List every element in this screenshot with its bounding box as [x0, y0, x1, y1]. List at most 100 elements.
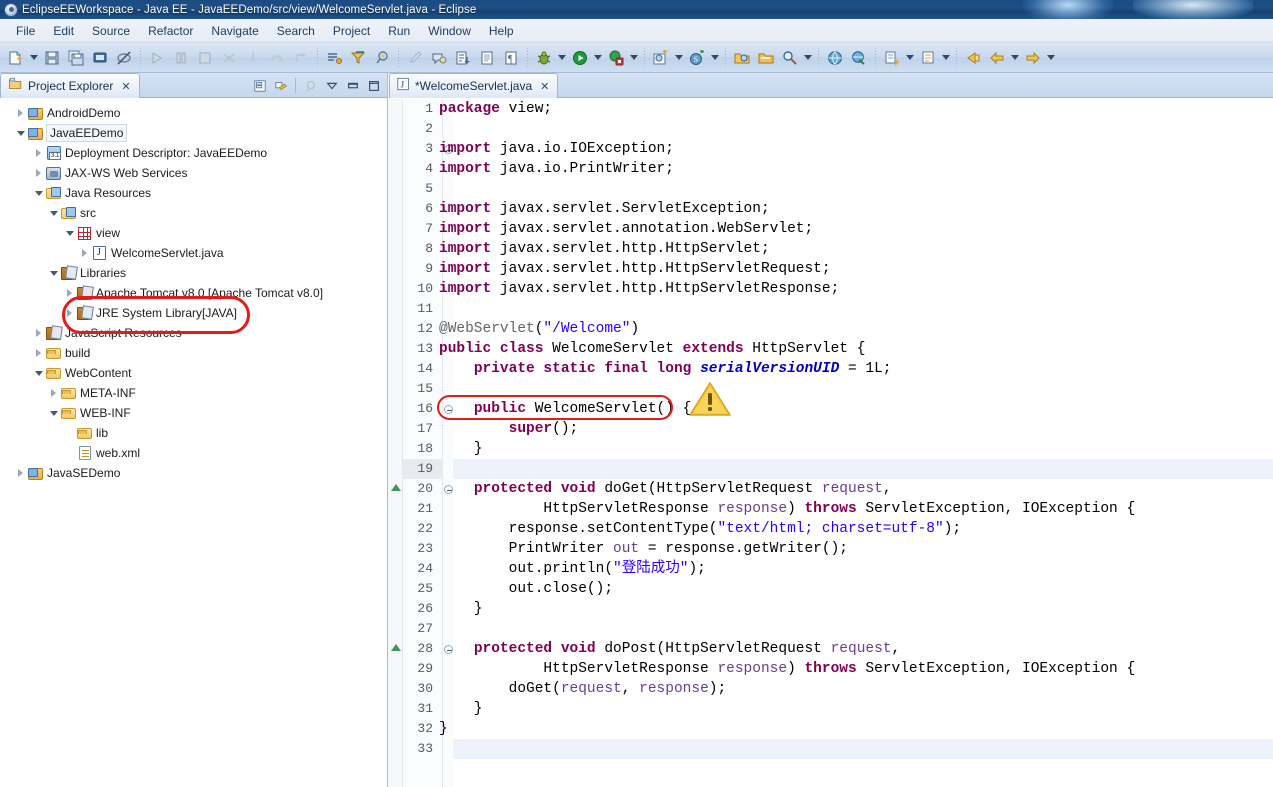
tree-item-web-inf[interactable]: WEB-INF — [0, 403, 387, 423]
open-web-icon[interactable] — [848, 47, 870, 69]
chevron-right-icon[interactable] — [78, 243, 91, 263]
minimize-view-icon[interactable] — [343, 76, 362, 95]
menu-edit[interactable]: Edit — [44, 22, 83, 40]
chevron-down-icon[interactable] — [47, 263, 60, 283]
chevron-down-icon[interactable] — [14, 123, 27, 143]
open-task-folder-icon[interactable] — [755, 47, 777, 69]
tree-item-libraries[interactable]: Libraries — [0, 263, 387, 283]
tree-item-javascript-resources[interactable]: JavaScript Resources — [0, 323, 387, 343]
search-icon[interactable] — [779, 47, 801, 69]
collapse-all-icon[interactable] — [250, 76, 269, 95]
tree-item-webcontent[interactable]: WebContent — [0, 363, 387, 383]
pin-icon[interactable] — [371, 47, 393, 69]
menu-project[interactable]: Project — [324, 22, 379, 40]
open-task-icon[interactable] — [323, 47, 345, 69]
link-with-editor-icon[interactable] — [271, 76, 290, 95]
tree-item-build[interactable]: build — [0, 343, 387, 363]
tab-welcomeservlet-java[interactable]: J *WelcomeServlet.java ✕ — [389, 73, 559, 98]
previous-annotation-dropdown-icon[interactable] — [940, 47, 952, 69]
new-wizard-icon[interactable] — [5, 47, 27, 69]
menu-search[interactable]: Search — [268, 22, 324, 40]
chevron-right-icon[interactable] — [63, 283, 76, 303]
forward-icon[interactable] — [1022, 47, 1044, 69]
focus-on-active-task-icon[interactable] — [301, 76, 320, 95]
suspend-icon[interactable] — [170, 47, 192, 69]
menu-navigate[interactable]: Navigate — [202, 22, 267, 40]
tree-item-jax-ws-web-services[interactable]: JAX-WS Web Services — [0, 163, 387, 183]
menu-help[interactable]: Help — [480, 22, 523, 40]
paintbrush-icon[interactable] — [404, 47, 426, 69]
chevron-right-icon[interactable] — [32, 343, 45, 363]
chevron-right-icon[interactable] — [47, 383, 60, 403]
toggle-breakpoint-skip-icon[interactable] — [113, 47, 135, 69]
new-java-project-icon[interactable] — [650, 47, 672, 69]
resume-icon[interactable] — [146, 47, 168, 69]
tree-item-meta-inf[interactable]: META-INF — [0, 383, 387, 403]
forward-dropdown-icon[interactable] — [1045, 47, 1057, 69]
menu-window[interactable]: Window — [419, 22, 480, 40]
new-wizard-dropdown-icon[interactable] — [28, 47, 40, 69]
project-tree[interactable]: AndroidDemo JavaEEDemo Deployment Descri… — [0, 99, 387, 787]
menu-source[interactable]: Source — [83, 22, 139, 40]
new-servlet-dropdown-icon[interactable] — [709, 47, 721, 69]
back-icon[interactable] — [986, 47, 1008, 69]
chevron-right-icon[interactable] — [14, 103, 27, 123]
chevron-down-icon[interactable] — [47, 403, 60, 423]
chevron-down-icon[interactable] — [47, 203, 60, 223]
tree-item-jre-system-library[interactable]: JRE System Library [JAVA] — [0, 303, 387, 323]
show-whitespace-icon[interactable] — [476, 47, 498, 69]
print-icon[interactable] — [89, 47, 111, 69]
run-icon[interactable] — [569, 47, 591, 69]
view-menu-icon[interactable] — [322, 76, 341, 95]
terminate-icon[interactable] — [194, 47, 216, 69]
run-external-tools-dropdown-icon[interactable] — [628, 47, 640, 69]
web-browser-icon[interactable] — [824, 47, 846, 69]
disconnect-icon[interactable] — [218, 47, 240, 69]
run-dropdown-icon[interactable] — [592, 47, 604, 69]
close-icon[interactable]: ✕ — [121, 80, 130, 93]
annotation-icon[interactable] — [428, 47, 450, 69]
menu-file[interactable]: File — [7, 22, 44, 40]
step-over-icon[interactable] — [266, 47, 288, 69]
tree-item-deployment-descriptor[interactable]: Deployment Descriptor: JavaEEDemo — [0, 143, 387, 163]
save-all-icon[interactable] — [65, 47, 87, 69]
menu-run[interactable]: Run — [379, 22, 419, 40]
open-type-icon[interactable] — [731, 47, 753, 69]
chevron-right-icon[interactable] — [32, 163, 45, 183]
tree-item-view-package[interactable]: view — [0, 223, 387, 243]
toggle-mark-occurrences-icon[interactable] — [452, 47, 474, 69]
filter-icon[interactable] — [347, 47, 369, 69]
menu-refactor[interactable]: Refactor — [139, 22, 202, 40]
debug-icon[interactable] — [533, 47, 555, 69]
tree-item-javasedemo[interactable]: JavaSEDemo — [0, 463, 387, 483]
step-return-icon[interactable] — [290, 47, 312, 69]
chevron-down-icon[interactable] — [63, 223, 76, 243]
maximize-view-icon[interactable] — [364, 76, 383, 95]
chevron-right-icon[interactable] — [14, 463, 27, 483]
chevron-right-icon[interactable] — [63, 303, 76, 323]
run-external-tools-icon[interactable] — [605, 47, 627, 69]
tree-item-lib[interactable]: lib — [0, 423, 387, 443]
tree-item-java-resources[interactable]: Java Resources — [0, 183, 387, 203]
tree-item-javaeedemo[interactable]: JavaEEDemo — [0, 123, 387, 143]
tree-item-androiddemo[interactable]: AndroidDemo — [0, 103, 387, 123]
code-view[interactable]: 1 package view; 2 3 import java.io.IOExcep… — [389, 99, 1273, 787]
debug-dropdown-icon[interactable] — [556, 47, 568, 69]
chevron-down-icon[interactable] — [32, 363, 45, 383]
back-history-icon[interactable] — [962, 47, 984, 69]
tree-item-welcomeservlet-java[interactable]: WelcomeServlet.java — [0, 243, 387, 263]
step-into-icon[interactable] — [242, 47, 264, 69]
pilcrow-icon[interactable]: ¶ — [500, 47, 522, 69]
close-icon[interactable]: ✕ — [540, 80, 549, 93]
chevron-down-icon[interactable] — [32, 183, 45, 203]
back-dropdown-icon[interactable] — [1009, 47, 1021, 69]
tree-item-src[interactable]: src — [0, 203, 387, 223]
tree-item-web-xml[interactable]: web.xml — [0, 443, 387, 463]
next-annotation-icon[interactable] — [881, 47, 903, 69]
search-dropdown-icon[interactable] — [802, 47, 814, 69]
tab-project-explorer[interactable]: Project Explorer ✕ — [0, 73, 140, 98]
chevron-right-icon[interactable] — [32, 143, 45, 163]
chevron-right-icon[interactable] — [32, 323, 45, 343]
new-java-project-dropdown-icon[interactable] — [673, 47, 685, 69]
previous-annotation-icon[interactable] — [917, 47, 939, 69]
